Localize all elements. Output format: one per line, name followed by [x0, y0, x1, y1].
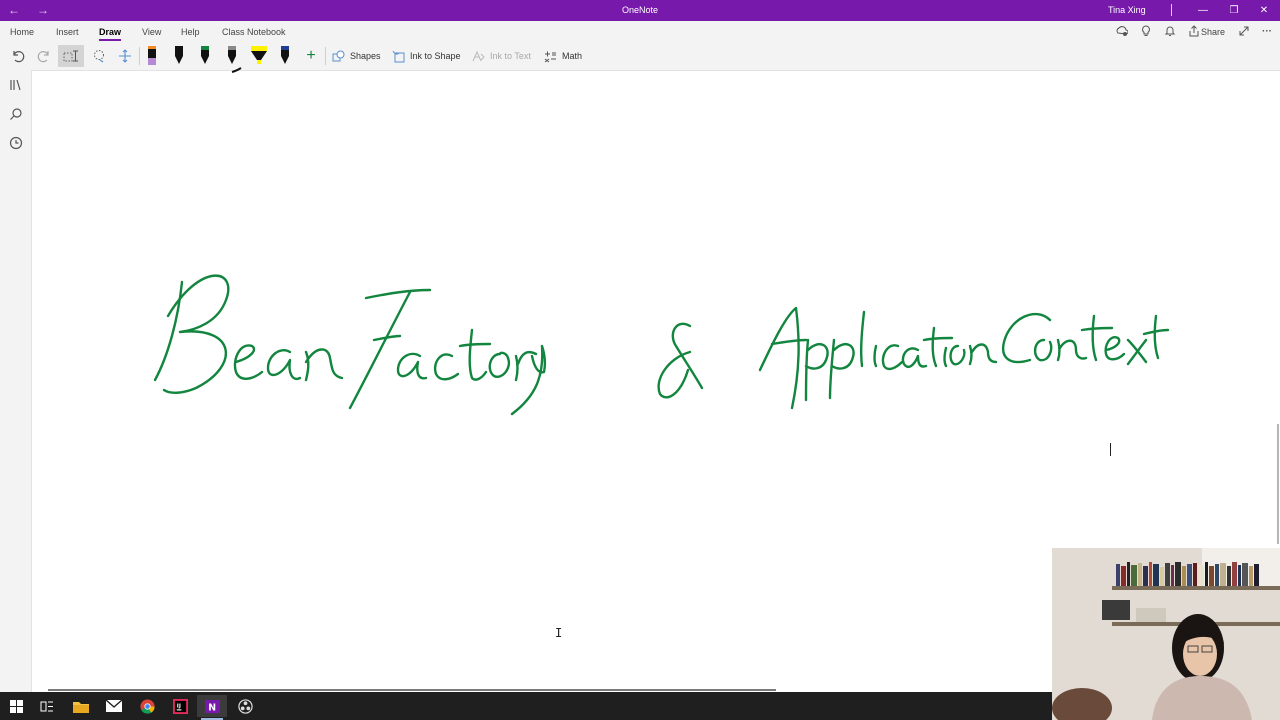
webcam-overlay: [1052, 548, 1280, 720]
ink-c: [433, 353, 460, 381]
ink-C: [1001, 312, 1052, 364]
onenote-taskbar-icon[interactable]: N: [197, 695, 227, 720]
ink-B-stem: [153, 280, 184, 382]
ink-ampersand: [657, 322, 704, 399]
ink-i2: [943, 346, 948, 368]
ink-n2: [968, 343, 998, 366]
ibeam-cursor-icon: I: [555, 626, 563, 640]
ink-t4: [1142, 314, 1170, 360]
obs-recorder-icon[interactable]: [230, 695, 260, 717]
mail-icon[interactable]: [99, 695, 129, 717]
ink-i1: [873, 344, 878, 368]
ink-a: [266, 349, 302, 381]
svg-text:N: N: [208, 702, 216, 713]
ink-a2: [396, 352, 428, 380]
ink-p1: [804, 338, 829, 402]
ink-t3: [1080, 314, 1114, 362]
ink-o2: [949, 344, 966, 366]
svg-text:IJ: IJ: [176, 703, 180, 709]
ink-t2: [922, 326, 954, 368]
ink-o: [488, 351, 511, 378]
ink-F-stem: [348, 290, 412, 410]
ink-t: [458, 328, 492, 381]
ink-x: [1126, 338, 1148, 366]
handwritten-title: [153, 274, 1170, 416]
horizontal-scrollbar[interactable]: [48, 689, 776, 691]
text-caret: [1110, 443, 1111, 456]
ink-l: [859, 310, 866, 368]
file-explorer-icon[interactable]: [66, 695, 96, 717]
windows-start-icon[interactable]: [1, 695, 31, 717]
intellij-idea-icon[interactable]: IJ: [165, 695, 195, 717]
task-view-icon[interactable]: [32, 695, 62, 717]
ink-F-top: [364, 288, 432, 300]
ink-A-bar: [770, 338, 808, 346]
ink-fragment: [231, 67, 242, 73]
webcam-video-icon: [1052, 548, 1280, 720]
ink-n: [304, 348, 344, 382]
ink-o3: [1033, 338, 1053, 362]
windows-taskbar: IJ N: [0, 692, 1052, 720]
ink-e: [233, 344, 264, 380]
ink-a3: [901, 347, 928, 368]
ink-p2: [828, 338, 855, 400]
ink-c2: [881, 344, 904, 371]
ink-e2: [1104, 336, 1126, 361]
ink-A: [758, 306, 800, 410]
ink-F-bar: [372, 334, 402, 342]
ink-n3: [1056, 338, 1088, 362]
chrome-icon[interactable]: [132, 695, 162, 717]
vertical-scrollbar[interactable]: [1277, 424, 1279, 544]
